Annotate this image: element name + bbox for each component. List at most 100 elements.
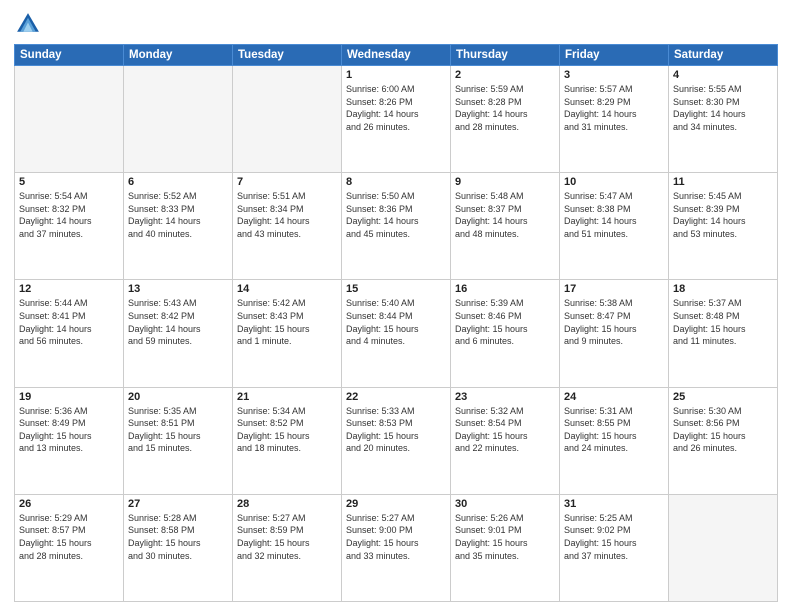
day-number: 27 [128,498,228,510]
day-info: Sunrise: 5:37 AM Sunset: 8:48 PM Dayligh… [673,297,773,347]
day-number: 22 [346,391,446,403]
day-info: Sunrise: 5:50 AM Sunset: 8:36 PM Dayligh… [346,190,446,240]
calendar-cell: 26 Sunrise: 5:29 AM Sunset: 8:57 PM Dayli… [15,494,124,601]
calendar-cell: 27 Sunrise: 5:28 AM Sunset: 8:58 PM Dayli… [124,494,233,601]
calendar-header-monday: Monday [124,45,233,66]
day-info: Sunrise: 5:27 AM Sunset: 9:00 PM Dayligh… [346,512,446,562]
calendar-header-wednesday: Wednesday [342,45,451,66]
calendar-cell: 16 Sunrise: 5:39 AM Sunset: 8:46 PM Dayli… [451,280,560,387]
day-number: 5 [19,176,119,188]
calendar-header-row: SundayMondayTuesdayWednesdayThursdayFrid… [15,45,778,66]
calendar-cell: 31 Sunrise: 5:25 AM Sunset: 9:02 PM Dayli… [560,494,669,601]
calendar-week-row: 1 Sunrise: 6:00 AM Sunset: 8:26 PM Daylig… [15,66,778,173]
calendar-cell: 18 Sunrise: 5:37 AM Sunset: 8:48 PM Dayli… [669,280,778,387]
day-number: 1 [346,69,446,81]
day-info: Sunrise: 5:27 AM Sunset: 8:59 PM Dayligh… [237,512,337,562]
calendar-cell: 21Sunrise: 5:34 AM Sunset: 8:52 PM Dayli… [233,387,342,494]
day-info: Sunrise: 5:33 AM Sunset: 8:53 PM Dayligh… [346,405,446,455]
calendar-header-friday: Friday [560,45,669,66]
calendar-cell: 1 Sunrise: 6:00 AM Sunset: 8:26 PM Daylig… [342,66,451,173]
day-number: 8 [346,176,446,188]
calendar-cell [233,66,342,173]
day-number: 18 [673,283,773,295]
calendar-cell: 19 Sunrise: 5:36 AM Sunset: 8:49 PM Dayli… [15,387,124,494]
day-number: 6 [128,176,228,188]
calendar-cell: 9 Sunrise: 5:48 AM Sunset: 8:37 PM Daylig… [451,173,560,280]
calendar-cell: 14 Sunrise: 5:42 AM Sunset: 8:43 PM Dayli… [233,280,342,387]
calendar-cell: 13 Sunrise: 5:43 AM Sunset: 8:42 PM Dayli… [124,280,233,387]
day-info: Sunrise: 5:40 AM Sunset: 8:44 PM Dayligh… [346,297,446,347]
day-number: 20 [128,391,228,403]
day-info: Sunrise: 5:42 AM Sunset: 8:43 PM Dayligh… [237,297,337,347]
day-number: 15 [346,283,446,295]
day-info: Sunrise: 5:51 AM Sunset: 8:34 PM Dayligh… [237,190,337,240]
logo [14,10,46,38]
day-info: Sunrise: 5:30 AM Sunset: 8:56 PM Dayligh… [673,405,773,455]
calendar-cell [124,66,233,173]
day-number: 11 [673,176,773,188]
calendar-cell: 5Sunrise: 5:54 AM Sunset: 8:32 PM Daylig… [15,173,124,280]
calendar-cell: 7 Sunrise: 5:51 AM Sunset: 8:34 PM Daylig… [233,173,342,280]
day-info: Sunrise: 5:36 AM Sunset: 8:49 PM Dayligh… [19,405,119,455]
day-info: Sunrise: 5:25 AM Sunset: 9:02 PM Dayligh… [564,512,664,562]
day-info: Sunrise: 5:29 AM Sunset: 8:57 PM Dayligh… [19,512,119,562]
day-number: 21 [237,391,337,403]
day-number: 31 [564,498,664,510]
calendar-week-row: 26 Sunrise: 5:29 AM Sunset: 8:57 PM Dayli… [15,494,778,601]
calendar-week-row: 5Sunrise: 5:54 AM Sunset: 8:32 PM Daylig… [15,173,778,280]
calendar-cell: 6 Sunrise: 5:52 AM Sunset: 8:33 PM Daylig… [124,173,233,280]
calendar-header-saturday: Saturday [669,45,778,66]
calendar-cell: 28 Sunrise: 5:27 AM Sunset: 8:59 PM Dayli… [233,494,342,601]
day-info: Sunrise: 5:45 AM Sunset: 8:39 PM Dayligh… [673,190,773,240]
day-info: Sunrise: 5:47 AM Sunset: 8:38 PM Dayligh… [564,190,664,240]
day-number: 7 [237,176,337,188]
calendar-cell: 22 Sunrise: 5:33 AM Sunset: 8:53 PM Dayli… [342,387,451,494]
calendar-header-tuesday: Tuesday [233,45,342,66]
day-number: 3 [564,69,664,81]
day-number: 10 [564,176,664,188]
day-info: Sunrise: 5:28 AM Sunset: 8:58 PM Dayligh… [128,512,228,562]
day-number: 25 [673,391,773,403]
day-number: 26 [19,498,119,510]
calendar-cell: 30 Sunrise: 5:26 AM Sunset: 9:01 PM Dayli… [451,494,560,601]
day-number: 4 [673,69,773,81]
calendar-week-row: 12 Sunrise: 5:44 AM Sunset: 8:41 PM Dayli… [15,280,778,387]
calendar-table: SundayMondayTuesdayWednesdayThursdayFrid… [14,44,778,602]
day-number: 30 [455,498,555,510]
day-number: 19 [19,391,119,403]
logo-icon [14,10,42,38]
calendar-cell: 4 Sunrise: 5:55 AM Sunset: 8:30 PM Daylig… [669,66,778,173]
calendar-cell: 15 Sunrise: 5:40 AM Sunset: 8:44 PM Dayli… [342,280,451,387]
calendar-cell: 2 Sunrise: 5:59 AM Sunset: 8:28 PM Daylig… [451,66,560,173]
calendar-cell: 20 Sunrise: 5:35 AM Sunset: 8:51 PM Dayli… [124,387,233,494]
day-number: 29 [346,498,446,510]
day-info: Sunrise: 5:26 AM Sunset: 9:01 PM Dayligh… [455,512,555,562]
day-number: 28 [237,498,337,510]
calendar-cell: 3Sunrise: 5:57 AM Sunset: 8:29 PM Daylig… [560,66,669,173]
calendar-header-thursday: Thursday [451,45,560,66]
day-number: 14 [237,283,337,295]
calendar-week-row: 19 Sunrise: 5:36 AM Sunset: 8:49 PM Dayli… [15,387,778,494]
day-info: Sunrise: 5:52 AM Sunset: 8:33 PM Dayligh… [128,190,228,240]
day-info: Sunrise: 5:55 AM Sunset: 8:30 PM Dayligh… [673,83,773,133]
day-number: 16 [455,283,555,295]
day-number: 24 [564,391,664,403]
calendar-cell: 23Sunrise: 5:32 AM Sunset: 8:54 PM Dayli… [451,387,560,494]
day-info: Sunrise: 5:43 AM Sunset: 8:42 PM Dayligh… [128,297,228,347]
day-info: Sunrise: 5:35 AM Sunset: 8:51 PM Dayligh… [128,405,228,455]
day-number: 2 [455,69,555,81]
calendar-cell: 25 Sunrise: 5:30 AM Sunset: 8:56 PM Dayli… [669,387,778,494]
day-info: Sunrise: 5:59 AM Sunset: 8:28 PM Dayligh… [455,83,555,133]
day-number: 9 [455,176,555,188]
day-info: Sunrise: 5:39 AM Sunset: 8:46 PM Dayligh… [455,297,555,347]
calendar-cell [669,494,778,601]
calendar-cell: 11 Sunrise: 5:45 AM Sunset: 8:39 PM Dayli… [669,173,778,280]
day-info: Sunrise: 5:44 AM Sunset: 8:41 PM Dayligh… [19,297,119,347]
calendar-cell [15,66,124,173]
day-number: 13 [128,283,228,295]
header [14,10,778,38]
day-number: 12 [19,283,119,295]
day-number: 23 [455,391,555,403]
day-info: Sunrise: 5:48 AM Sunset: 8:37 PM Dayligh… [455,190,555,240]
day-info: Sunrise: 6:00 AM Sunset: 8:26 PM Dayligh… [346,83,446,133]
